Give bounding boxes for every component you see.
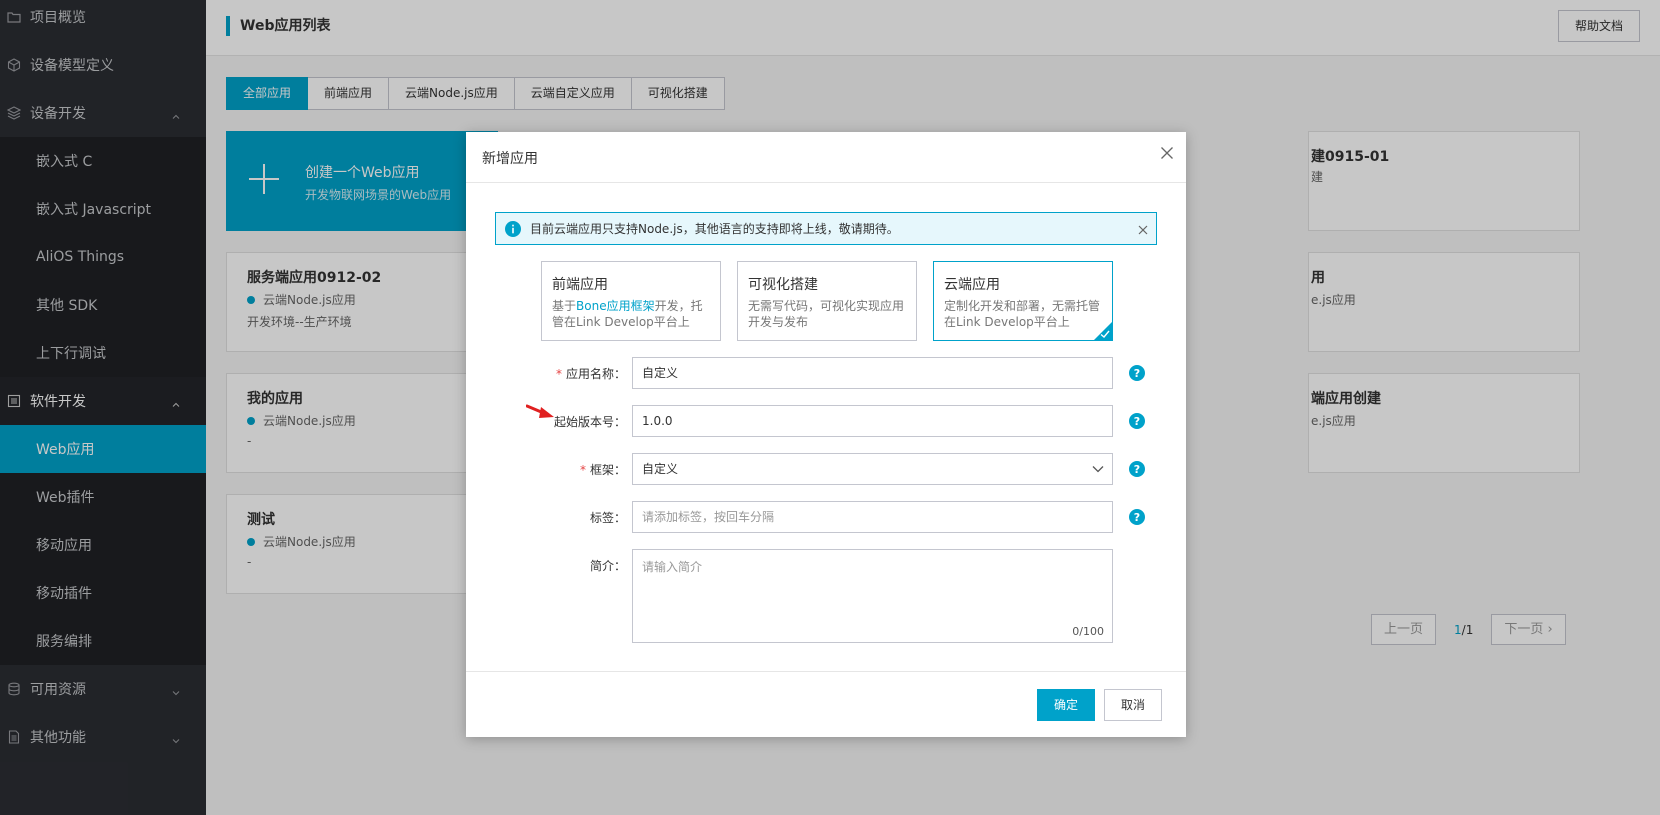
type-card-title: 可视化搭建 [748, 277, 818, 293]
required-mark: * [579, 463, 586, 477]
help-icon[interactable]: ? [1129, 365, 1145, 381]
start-version-label: 起始版本号： [553, 415, 626, 429]
add-app-dialog: 新增应用 目前云端应用只支持Node.js，其他语言的支持即将上线，敬请期待。 … [466, 132, 1186, 737]
red-arrow-icon [526, 404, 554, 418]
svg-text:?: ? [1134, 367, 1140, 380]
type-card-desc-pre: 基于 [552, 299, 577, 313]
help-icon[interactable]: ? [1129, 461, 1145, 477]
type-card-desc: 基于Bone应用框架开发，托管在Link Develop平台上 [552, 298, 712, 330]
intro-textarea[interactable]: 请输入简介 0/100 [632, 549, 1113, 643]
type-card-frontend[interactable]: 前端应用 基于Bone应用框架开发，托管在Link Develop平台上 [541, 261, 721, 341]
info-icon [505, 220, 521, 237]
chevron-down-icon [1092, 466, 1104, 473]
type-card-title: 前端应用 [552, 277, 608, 293]
checkmark-icon [1094, 322, 1112, 340]
framework-label-text: 框架： [589, 463, 626, 477]
close-icon[interactable] [1138, 224, 1148, 235]
help-icon[interactable]: ? [1129, 413, 1145, 429]
intro-placeholder: 请输入简介 [642, 560, 703, 574]
framework-selected-value: 自定义 [642, 462, 679, 476]
framework-label: * 框架： [580, 461, 626, 478]
app-name-label: * 应用名称： [556, 365, 626, 382]
dialog-title: 新增应用 [482, 151, 538, 167]
divider [466, 182, 1186, 183]
cancel-button[interactable]: 取消 [1104, 689, 1162, 721]
type-card-cloud[interactable]: 云端应用 定制化开发和部署，无需托管在Link Develop平台上 [933, 261, 1113, 341]
notice-text: 目前云端应用只支持Node.js，其他语言的支持即将上线，敬请期待。 [530, 222, 899, 236]
app-name-input[interactable]: 自定义 [632, 357, 1113, 389]
svg-text:?: ? [1134, 463, 1140, 476]
bone-framework-link[interactable]: Bone应用框架 [576, 299, 655, 313]
framework-select[interactable]: 自定义 [632, 453, 1113, 485]
confirm-button[interactable]: 确定 [1037, 689, 1095, 721]
char-counter: 0/100 [1072, 625, 1104, 638]
start-version-input[interactable]: 1.0.0 [632, 405, 1113, 437]
tags-label: 标签： [589, 511, 626, 525]
type-card-desc: 定制化开发和部署，无需托管在Link Develop平台上 [944, 299, 1101, 329]
required-mark: * [555, 367, 562, 381]
app-name-label-text: 应用名称： [565, 367, 626, 381]
info-notice: 目前云端应用只支持Node.js，其他语言的支持即将上线，敬请期待。 [495, 212, 1157, 245]
type-card-desc: 无需写代码，可视化实现应用开发与发布 [748, 299, 905, 329]
svg-text:?: ? [1134, 415, 1140, 428]
type-card-title: 云端应用 [944, 277, 1000, 293]
svg-text:?: ? [1134, 511, 1140, 524]
divider [466, 671, 1186, 672]
tags-input[interactable]: 请添加标签，按回车分隔 [632, 501, 1113, 533]
close-icon[interactable] [1160, 146, 1176, 162]
intro-label: 简介： [589, 559, 626, 573]
type-card-visual[interactable]: 可视化搭建 无需写代码，可视化实现应用开发与发布 [737, 261, 917, 341]
help-icon[interactable]: ? [1129, 509, 1145, 525]
